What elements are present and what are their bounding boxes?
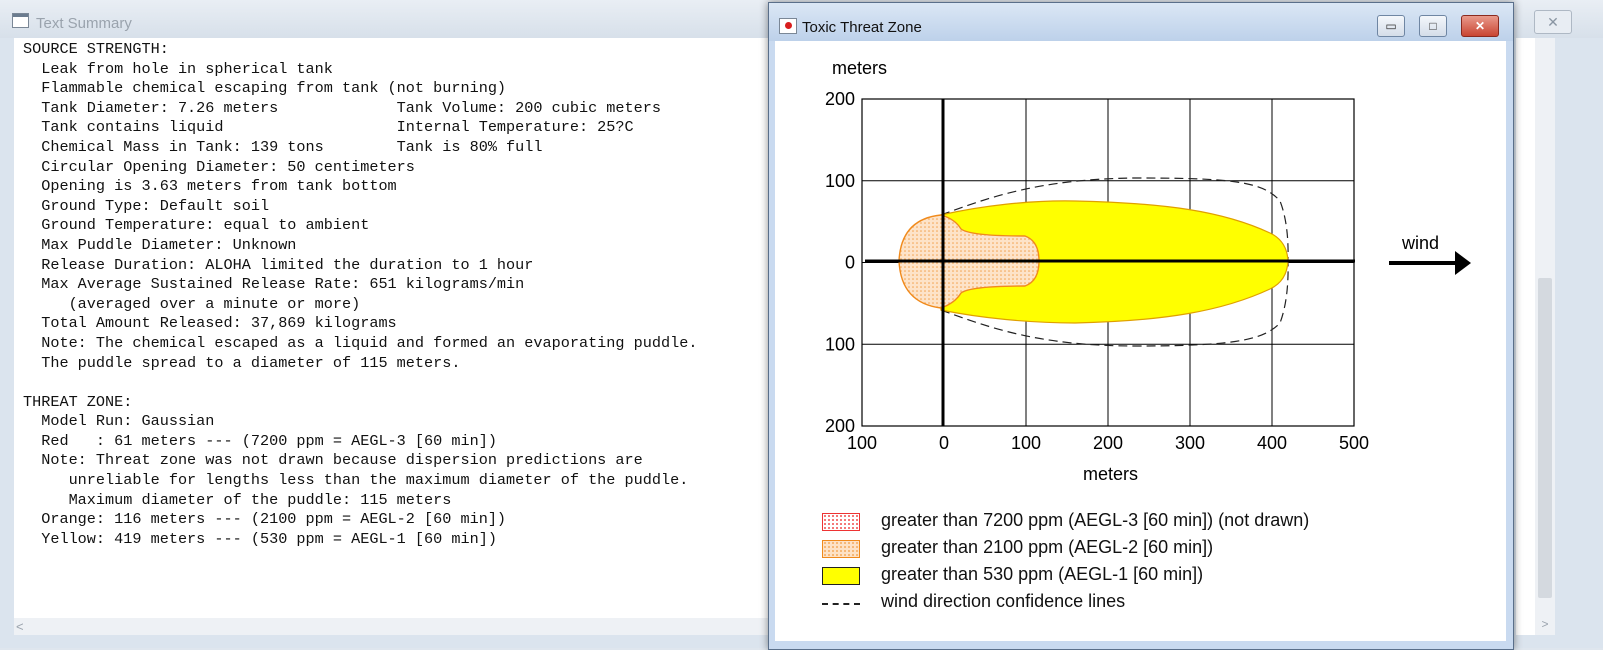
summary-line: Red : 61 meters --- (7200 ppm = AEGL-3 [… — [41, 431, 497, 450]
minimize-button[interactable]: ▭ — [1377, 15, 1405, 37]
x-tick-label: 500 — [1339, 433, 1369, 453]
x-tick-label: 200 — [1093, 433, 1123, 453]
y-tick-labels: 200 100 0 100 200 — [825, 89, 855, 436]
x-tick-label: 300 — [1175, 433, 1205, 453]
summary-line: Opening is 3.63 meters from tank bottom — [41, 177, 397, 196]
summary-line: Tank contains liquid Internal Temperatur… — [41, 118, 634, 137]
legend-swatch-red — [822, 513, 860, 531]
vertical-scrollbar-thumb[interactable] — [1538, 278, 1552, 598]
text-summary-close-button[interactable]: ✕ — [1534, 10, 1572, 34]
summary-line: Max Puddle Diameter: Unknown — [41, 235, 297, 254]
horizontal-scrollbar[interactable]: < — [14, 618, 784, 635]
summary-line: Note: The chemical escaped as a liquid a… — [41, 333, 698, 352]
vertical-scrollbar[interactable] — [1535, 38, 1555, 635]
x-tick-label: 100 — [1011, 433, 1041, 453]
summary-line: Ground Temperature: equal to ambient — [41, 216, 370, 235]
y-axis-unit-label: meters — [832, 58, 887, 78]
summary-line: Tank Diameter: 7.26 meters Tank Volume: … — [41, 98, 661, 117]
summary-line: Leak from hole in spherical tank — [41, 59, 333, 78]
toxic-threat-zone-window: Toxic Threat Zone ▭ □ ✕ 100 0 100 200 30… — [768, 2, 1514, 650]
summary-text-pane-right — [1516, 38, 1535, 635]
summary-line: SOURCE STRENGTH: — [23, 40, 169, 58]
summary-text: SOURCE STRENGTH: Leak from hole in spher… — [23, 40, 697, 549]
y-tick-label: 100 — [825, 334, 855, 354]
summary-text-pane[interactable]: SOURCE STRENGTH: Leak from hole in spher… — [14, 38, 784, 618]
x-tick-labels: 100 0 100 200 300 400 500 — [847, 433, 1369, 453]
summary-line: THREAT ZONE: — [23, 392, 133, 411]
y-tick-label: 200 — [825, 89, 855, 109]
summary-line: Max Average Sustained Release Rate: 651 … — [41, 275, 525, 294]
y-tick-label: 0 — [845, 253, 855, 273]
summary-line: Chemical Mass in Tank: 139 tons Tank is … — [41, 137, 543, 156]
summary-line: Flammable chemical escaping from tank (n… — [41, 79, 507, 98]
threat-zone-plot-area: 100 0 100 200 300 400 500 200 100 0 100 200 meters… — [775, 41, 1506, 641]
y-tick-label: 200 — [825, 416, 855, 436]
summary-line: unreliable for lengths less than the max… — [68, 471, 689, 490]
scroll-left-arrow-icon[interactable]: < — [16, 619, 24, 634]
x-axis-unit-label: meters — [1083, 464, 1138, 484]
close-button[interactable]: ✕ — [1461, 15, 1499, 37]
window-icon — [12, 13, 29, 28]
summary-line: Circular Opening Diameter: 50 centimeter… — [41, 157, 415, 176]
legend-label-confidence: wind direction confidence lines — [881, 591, 1126, 611]
summary-line: (averaged over a minute or more) — [68, 294, 361, 313]
summary-line: The puddle spread to a diameter of 115 m… — [41, 353, 461, 372]
legend-swatch-yellow — [822, 567, 860, 585]
summary-line: Total Amount Released: 37,869 kilograms — [41, 314, 397, 333]
x-tick-label: 400 — [1257, 433, 1287, 453]
x-tick-label: 0 — [939, 433, 949, 453]
summary-line: Orange: 116 meters --- (2100 ppm = AEGL-… — [41, 510, 507, 529]
legend-label-aegl1: greater than 530 ppm (AEGL-1 [60 min]) — [881, 564, 1204, 584]
threat-zone-app-icon — [779, 18, 797, 34]
summary-line: Note: Threat zone was not drawn because … — [41, 451, 643, 470]
summary-line: Ground Type: Default soil — [41, 196, 270, 215]
summary-line: Model Run: Gaussian — [41, 412, 215, 431]
threat-zone-titlebar[interactable]: Toxic Threat Zone ▭ □ ✕ — [769, 3, 1513, 41]
scroll-right-arrow-icon[interactable]: > — [1535, 617, 1555, 635]
summary-line: Release Duration: ALOHA limited the dura… — [41, 255, 534, 274]
summary-line: Yellow: 419 meters --- (530 ppm = AEGL-1… — [41, 529, 497, 548]
y-tick-label: 100 — [825, 171, 855, 191]
x-tick-label: 100 — [847, 433, 877, 453]
wind-arrow-icon — [1389, 251, 1471, 275]
text-summary-title: Text Summary — [36, 15, 132, 32]
legend-swatch-dashed-line — [822, 603, 860, 605]
wind-label: wind — [1401, 233, 1439, 253]
maximize-button[interactable]: □ — [1419, 15, 1447, 37]
legend-swatch-orange — [822, 540, 860, 558]
legend-label-aegl2: greater than 2100 ppm (AEGL-2 [60 min]) — [881, 537, 1214, 557]
threat-zone-title: Toxic Threat Zone — [802, 19, 922, 36]
summary-line: Maximum diameter of the puddle: 115 mete… — [68, 490, 452, 509]
legend-label-aegl3: greater than 7200 ppm (AEGL-3 [60 min]) … — [881, 510, 1310, 530]
